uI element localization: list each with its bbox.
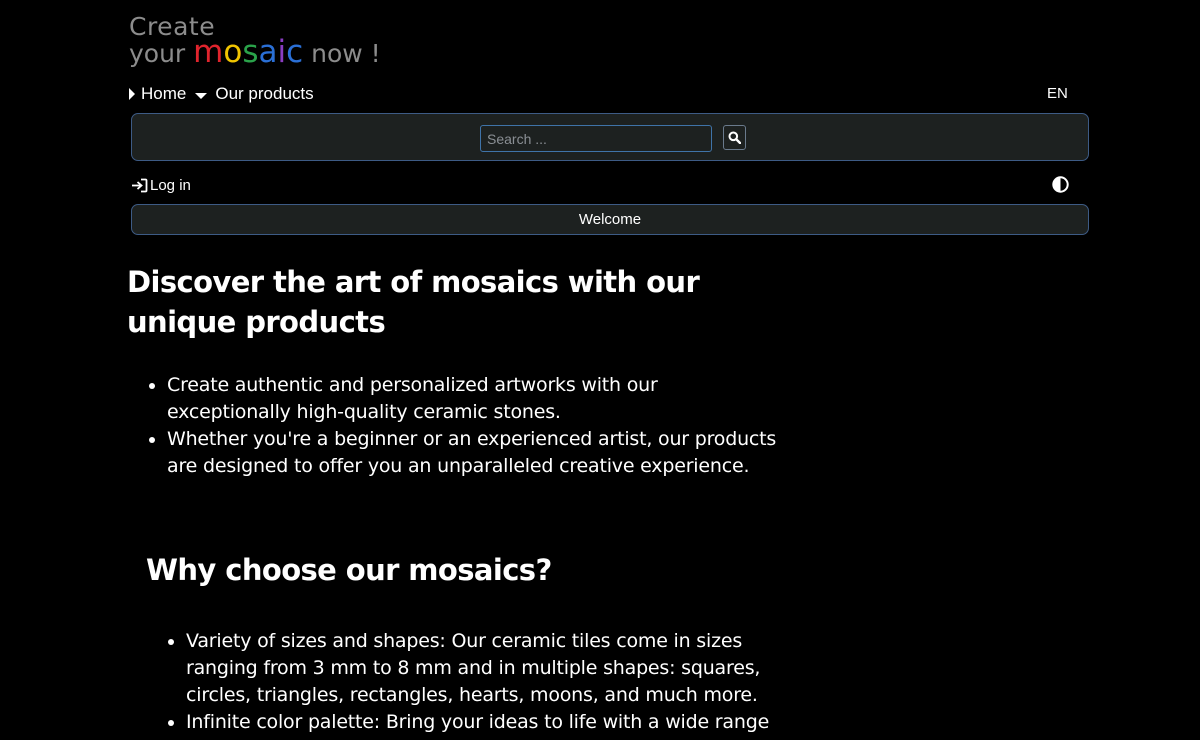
logo-letter: i xyxy=(277,34,287,70)
list-item: Variety of sizes and shapes: Our ceramic… xyxy=(186,628,786,709)
logo-letter: c xyxy=(286,34,304,70)
breadcrumb: Home Our products xyxy=(129,82,314,106)
nav-products-link[interactable]: Our products xyxy=(215,84,313,104)
logo-your: your xyxy=(129,39,186,68)
nav-home-link[interactable]: Home xyxy=(141,84,186,104)
contrast-icon[interactable] xyxy=(1052,176,1069,193)
logo-letter: o xyxy=(223,34,243,70)
welcome-menu-bar[interactable]: Welcome xyxy=(131,204,1089,235)
caret-right-icon xyxy=(129,88,135,100)
logo-letter: s xyxy=(242,34,259,70)
welcome-label: Welcome xyxy=(578,211,642,228)
caret-down-icon[interactable] xyxy=(195,93,208,99)
logo-line-2: your mosaic now ! xyxy=(129,37,381,68)
page: Create your mosaic now ! Home Our produc… xyxy=(0,0,1200,740)
page-title: Discover the art of mosaics with our uni… xyxy=(127,265,700,339)
logo-now: now ! xyxy=(311,39,381,68)
list-item: Create authentic and personalized artwor… xyxy=(167,372,787,426)
language-selector[interactable]: EN xyxy=(1047,85,1068,102)
site-logo[interactable]: Create your mosaic now ! xyxy=(129,14,381,68)
intro-list: Create authentic and personalized artwor… xyxy=(127,372,787,480)
main-content: Discover the art of mosaics with our uni… xyxy=(127,262,817,740)
logo-letter: m xyxy=(193,34,224,70)
search-button[interactable] xyxy=(723,125,746,150)
section-title: Why choose our mosaics? xyxy=(146,553,552,587)
list-item: Whether you're a beginner or an experien… xyxy=(167,426,787,480)
login-label: Log in xyxy=(150,176,191,194)
logo-mosaic-word: mosaic xyxy=(193,34,303,70)
list-item: Infinite color palette: Bring your ideas… xyxy=(186,709,786,740)
sign-in-icon xyxy=(132,178,148,192)
login-link[interactable]: Log in xyxy=(131,175,191,195)
logo-letter: a xyxy=(258,34,278,70)
why-list: Variety of sizes and shapes: Our ceramic… xyxy=(146,628,786,740)
search-input[interactable] xyxy=(480,125,712,152)
search-bar xyxy=(131,113,1089,161)
search-icon xyxy=(728,131,741,144)
